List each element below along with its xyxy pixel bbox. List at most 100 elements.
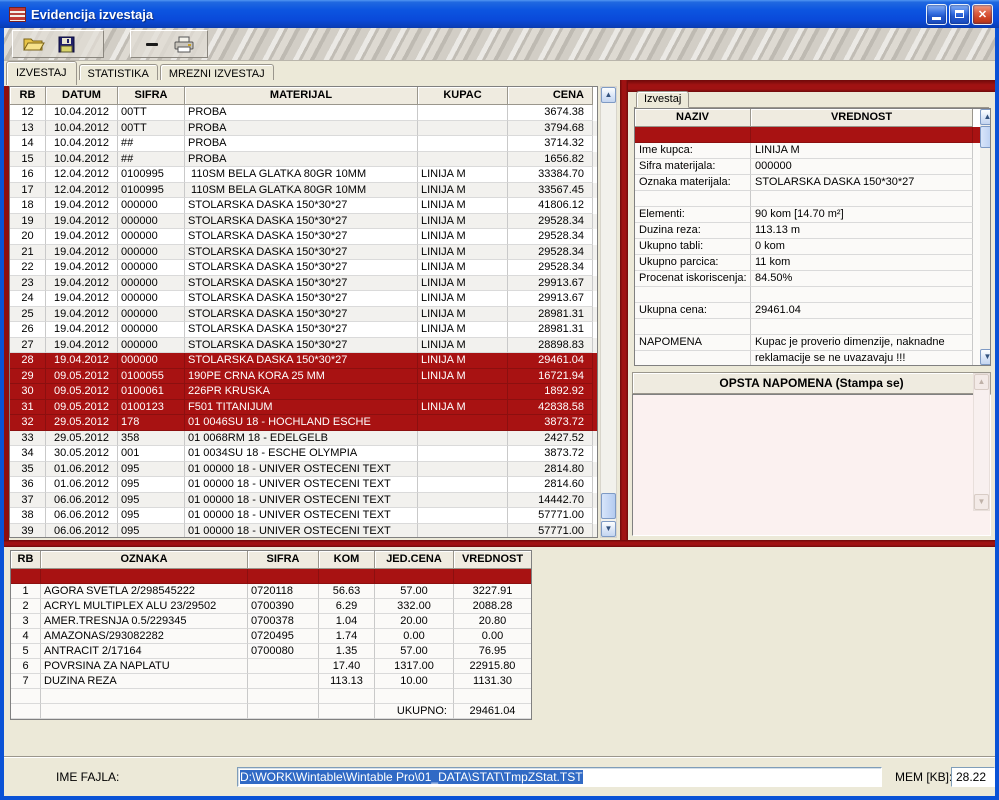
item-row[interactable]: 3AMER.TRESNJA 0.5/22934507003781.0420.00… — [11, 614, 531, 629]
minimize-button[interactable] — [926, 4, 947, 25]
table-row[interactable]: 2719.04.2012000000STOLARSKA DASKA 150*30… — [10, 338, 597, 354]
table-row[interactable]: 3501.06.201209501 00000 18 - UNIVER OSTE… — [10, 462, 597, 478]
table-row[interactable]: 2619.04.2012000000STOLARSKA DASKA 150*30… — [10, 322, 597, 338]
column-header-materijal[interactable]: MATERIJAL — [185, 87, 418, 105]
item-row[interactable]: 2ACRYL MULTIPLEX ALU 23/2950207003906.29… — [11, 599, 531, 614]
column-header-rb[interactable]: RB — [10, 87, 46, 105]
item-row[interactable] — [11, 569, 531, 584]
detail-row[interactable]: Ukupna cena:29461.04 — [635, 303, 990, 319]
detail-row[interactable]: Ukupno tabli:0 kom — [635, 239, 990, 255]
table-cell: 000000 — [118, 338, 185, 354]
file-path-input[interactable]: D:\WORK\Wintable\Wintable Pro\01_DATA\ST… — [237, 767, 882, 787]
detail-row[interactable]: Ime kupca:LINIJA M — [635, 143, 990, 159]
table-row[interactable]: 1819.04.2012000000STOLARSKA DASKA 150*30… — [10, 198, 597, 214]
table-row[interactable]: 1612.04.20120100995 110SM BELA GLATKA 80… — [10, 167, 597, 183]
table-cell: 29461.04 — [508, 353, 593, 369]
table-row[interactable]: 2219.04.2012000000STOLARSKA DASKA 150*30… — [10, 260, 597, 276]
close-button[interactable]: ✕ — [972, 4, 993, 25]
detail-row[interactable] — [635, 287, 990, 303]
tab-detail-izvestaj[interactable]: Izvestaj — [636, 91, 689, 108]
item-row[interactable] — [11, 689, 531, 704]
main-table-scrollbar[interactable]: ▲ ▼ — [600, 86, 617, 538]
table-row[interactable]: 2119.04.2012000000STOLARSKA DASKA 150*30… — [10, 245, 597, 261]
table-cell — [248, 689, 319, 704]
scroll-up-icon[interactable]: ▲ — [974, 374, 989, 390]
table-cell: 29913.67 — [508, 276, 593, 292]
table-row[interactable]: 3009.05.20120100061226PR KRUSKA1892.92 — [10, 384, 597, 400]
table-row[interactable]: 1919.04.2012000000STOLARSKA DASKA 150*30… — [10, 214, 597, 230]
table-row[interactable]: 1712.04.20120100995 110SM BELA GLATKA 80… — [10, 183, 597, 199]
item-row[interactable]: 1AGORA SVETLA 2/298545222072011856.6357.… — [11, 584, 531, 599]
collapse-button[interactable] — [140, 33, 164, 55]
column-header-sifra[interactable]: SIFRA — [118, 87, 185, 105]
table-row[interactable]: 2909.05.20120100055190PE CRNA KORA 25 MM… — [10, 369, 597, 385]
detail-naziv-cell — [635, 191, 751, 207]
maximize-button[interactable] — [949, 4, 970, 25]
item-row[interactable]: UKUPNO:29461.04 — [11, 704, 531, 719]
detail-row[interactable]: Procenat iskoriscenja:84.50% — [635, 271, 990, 287]
table-cell: STOLARSKA DASKA 150*30*27 — [185, 245, 418, 261]
table-row[interactable]: 3601.06.201209501 00000 18 - UNIVER OSTE… — [10, 477, 597, 493]
table-row[interactable]: 1410.04.2012##PROBA3714.32 — [10, 136, 597, 152]
scroll-down-icon[interactable]: ▼ — [980, 349, 991, 365]
detail-row[interactable]: NAPOMENAKupac je proverio dimenzije, nak… — [635, 335, 990, 351]
table-row[interactable]: 2319.04.2012000000STOLARSKA DASKA 150*30… — [10, 276, 597, 292]
opsta-scrollbar[interactable]: ▲ ▼ — [973, 373, 990, 511]
detail-row[interactable] — [635, 127, 990, 143]
detail-row[interactable] — [635, 191, 990, 207]
column-header-jed-cena[interactable]: JED.CENA — [375, 551, 454, 569]
table-row[interactable]: 3430.05.201200101 0034SU 18 - ESCHE OLYM… — [10, 446, 597, 462]
detail-row[interactable]: Oznaka materijala:STOLARSKA DASKA 150*30… — [635, 175, 990, 191]
print-button[interactable] — [172, 33, 196, 55]
detail-row[interactable]: Elementi:90 kom [14.70 m²] — [635, 207, 990, 223]
column-header-sifra[interactable]: SIFRA — [248, 551, 319, 569]
detail-row[interactable]: Ukupno parcica:11 kom — [635, 255, 990, 271]
detail-row[interactable]: Sifra materijala:000000 — [635, 159, 990, 175]
scrollbar-thumb[interactable] — [601, 493, 616, 519]
column-header-oznaka[interactable]: OZNAKA — [41, 551, 248, 569]
item-row[interactable]: 5ANTRACIT 2/1716407000801.3557.0076.95 — [11, 644, 531, 659]
column-header-kupac[interactable]: KUPAC — [418, 87, 508, 105]
table-row[interactable]: 2819.04.2012000000STOLARSKA DASKA 150*30… — [10, 353, 597, 369]
table-cell: 12.04.2012 — [46, 167, 118, 183]
column-header-rb[interactable]: RB — [11, 551, 41, 569]
item-row[interactable]: 4AMAZONAS/29308228207204951.740.000.00 — [11, 629, 531, 644]
scroll-down-icon[interactable]: ▼ — [601, 521, 616, 537]
item-row[interactable]: 7DUZINA REZA113.1310.001131.30 — [11, 674, 531, 689]
detail-row[interactable]: reklamacije se ne uvazavaju !!! — [635, 351, 990, 366]
table-row[interactable]: 1210.04.201200TTPROBA3674.38 — [10, 105, 597, 121]
save-button[interactable] — [54, 33, 78, 55]
item-row[interactable]: 6POVRSINA ZA NAPLATU17.401317.0022915.80 — [11, 659, 531, 674]
table-row[interactable]: 1310.04.201200TTPROBA3794.68 — [10, 121, 597, 137]
app-icon — [9, 7, 26, 22]
table-cell: 12.04.2012 — [46, 183, 118, 199]
column-header-cena[interactable]: CENA — [508, 87, 593, 105]
column-header-kom[interactable]: KOM — [319, 551, 375, 569]
detail-row[interactable] — [635, 319, 990, 335]
scroll-up-icon[interactable]: ▲ — [980, 109, 991, 125]
column-header-vrednost[interactable]: VREDNOST — [454, 551, 532, 569]
opsta-napomena-textarea[interactable] — [632, 394, 991, 536]
table-row[interactable]: 3706.06.201209501 00000 18 - UNIVER OSTE… — [10, 493, 597, 509]
open-file-button[interactable] — [22, 33, 46, 55]
table-row[interactable]: 2019.04.2012000000STOLARSKA DASKA 150*30… — [10, 229, 597, 245]
table-cell: 16721.94 — [508, 369, 593, 385]
table-row[interactable]: 3806.06.201209501 00000 18 - UNIVER OSTE… — [10, 508, 597, 524]
tab-izvestaj[interactable]: IZVESTAJ — [6, 61, 77, 85]
table-row[interactable]: 3109.05.20120100123F501 TITANIJUMLINIJA … — [10, 400, 597, 416]
table-row[interactable]: 2519.04.2012000000STOLARSKA DASKA 150*30… — [10, 307, 597, 323]
column-header-datum[interactable]: DATUM — [46, 87, 118, 105]
table-row[interactable]: 2419.04.2012000000STOLARSKA DASKA 150*30… — [10, 291, 597, 307]
table-cell: 28981.31 — [508, 322, 593, 338]
detail-table-scrollbar[interactable]: ▲ ▼ — [980, 109, 991, 365]
table-row[interactable]: 3229.05.201217801 0046SU 18 - HOCHLAND E… — [10, 415, 597, 431]
table-row[interactable]: 3329.05.201235801 0068RM 18 - EDELGELB24… — [10, 431, 597, 447]
scrollbar-thumb[interactable] — [980, 126, 991, 148]
scroll-down-icon[interactable]: ▼ — [974, 494, 989, 510]
table-row[interactable]: 1510.04.2012##PROBA1656.82 — [10, 152, 597, 168]
main-table-body: 1210.04.201200TTPROBA3674.381310.04.2012… — [10, 105, 597, 538]
table-cell: 00TT — [118, 105, 185, 121]
scroll-up-icon[interactable]: ▲ — [601, 87, 616, 103]
detail-row[interactable]: Duzina reza:113.13 m — [635, 223, 990, 239]
table-row[interactable]: 3906.06.201209501 00000 18 - UNIVER OSTE… — [10, 524, 597, 539]
